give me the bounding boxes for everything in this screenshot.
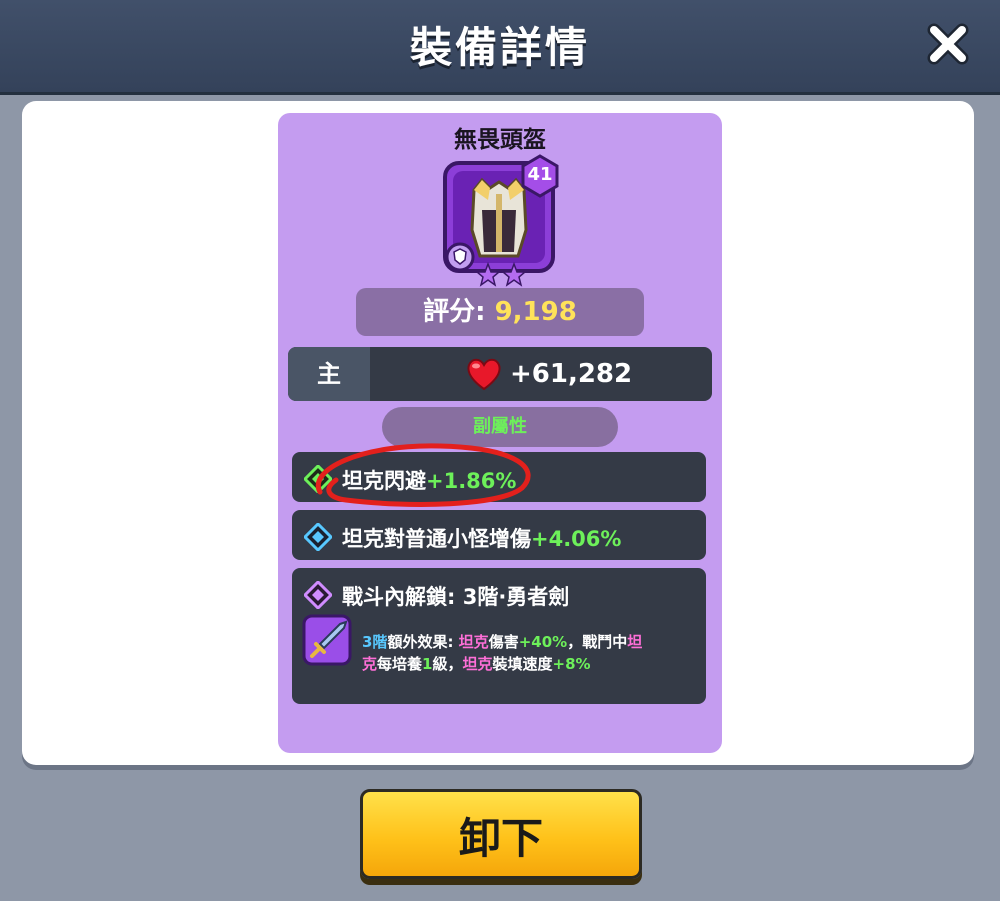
effect-seg: 坦	[627, 633, 643, 651]
close-icon	[927, 23, 969, 65]
effect-seg: 傷害	[488, 633, 519, 651]
heart-icon	[467, 358, 501, 391]
effect-seg: 坦克	[458, 633, 489, 651]
main-stat-value: +61,282	[510, 359, 633, 389]
sword-icon[interactable]	[302, 614, 352, 666]
sub-stat-row: 坦克閃避+1.86%	[292, 452, 706, 502]
unlock-effect-text: 3階額外效果: 坦克傷害+40%，戰鬥中坦 克每培養1級，坦克裝填速度+8%	[362, 631, 702, 675]
effect-seg: 克	[362, 655, 378, 673]
sub-stat-row: 坦克對普通小怪增傷+4.06%	[292, 510, 706, 560]
equipment-detail-window: 裝備詳情 無畏頭盔 41 評分: 9,198 主 +61,282 副屬性 坦克閃…	[0, 0, 1000, 901]
star-rating-icon	[475, 262, 527, 287]
sub-stats-header: 副屬性	[382, 407, 618, 447]
close-button[interactable]	[926, 22, 970, 66]
effect-seg: +8%	[552, 655, 591, 673]
unequip-button-label: 卸下	[458, 814, 543, 863]
effect-seg: ，戰鬥中	[567, 633, 628, 651]
title-bar: 裝備詳情	[0, 0, 1000, 95]
effect-seg: 級，	[432, 655, 463, 673]
sub-stat-value: +1.86%	[426, 469, 517, 493]
unlock-title: 戰斗內解鎖: 3階·勇者劍	[342, 585, 570, 609]
item-level: 41	[527, 164, 553, 185]
score-display: 評分: 9,198	[356, 288, 644, 336]
effect-tier: 3階	[362, 633, 388, 651]
item-name: 無畏頭盔	[454, 127, 546, 153]
effect-label: 額外效果:	[387, 633, 454, 651]
effect-seg: 1	[422, 655, 433, 673]
sub-stat-name: 坦克對普通小怪增傷	[342, 527, 531, 551]
effect-seg: +40%	[518, 633, 568, 651]
main-stat-row: 主 +61,282	[288, 347, 712, 401]
unequip-button[interactable]: 卸下	[360, 789, 642, 885]
main-stat-label: 主	[288, 347, 370, 401]
purple-diamond-icon	[304, 581, 332, 609]
sub-stat-name: 坦克閃避	[342, 469, 426, 493]
sub-stat-value: +4.06%	[531, 527, 622, 551]
effect-seg: 裝填速度	[492, 655, 553, 673]
window-title: 裝備詳情	[409, 23, 590, 72]
green-diamond-icon	[304, 465, 332, 493]
score-label: 評分:	[423, 297, 495, 327]
effect-seg: 坦克	[462, 655, 493, 673]
score-value: 9,198	[494, 297, 577, 327]
blue-diamond-icon	[304, 523, 332, 551]
effect-seg: 每培養	[377, 655, 423, 673]
